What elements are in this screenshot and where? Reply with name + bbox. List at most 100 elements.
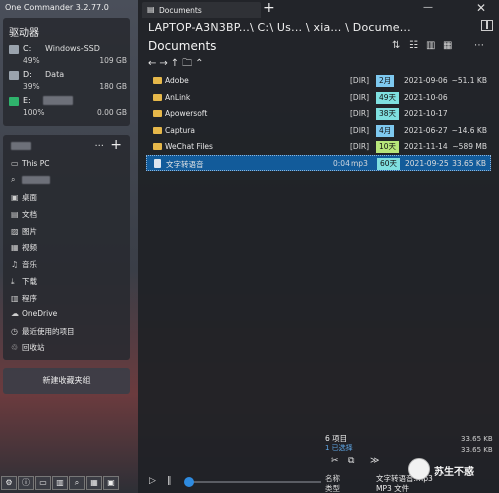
drive-size: 180 GB — [99, 82, 127, 91]
drive-icon — [9, 71, 19, 80]
favorite-music[interactable]: ♫ 音乐 — [11, 259, 126, 273]
favorite-recycle-bin[interactable]: ♲ 回收站 — [11, 342, 126, 356]
folder-icon — [153, 143, 162, 150]
pane-layout-icon[interactable] — [481, 20, 493, 31]
drive-e[interactable]: E: 100% 0.00 GB — [9, 96, 127, 122]
favorite-pictures[interactable]: ▨ 图片 — [11, 226, 126, 240]
music-icon: ♫ — [11, 260, 19, 269]
close-icon[interactable]: ✕ — [476, 1, 486, 15]
tiles-view-icon[interactable]: ▦ — [443, 40, 452, 51]
favorite-label: 程序 — [22, 294, 37, 303]
move-icon[interactable]: ≫ — [370, 456, 379, 466]
panel-icon[interactable]: ▭ — [35, 476, 51, 490]
more-icon[interactable]: ⋯ — [474, 40, 484, 51]
file-date: 2021-11-14 — [404, 142, 448, 151]
new-favorite-group-button[interactable]: 新建收藏夹组 — [3, 368, 130, 394]
favorite-recent[interactable]: ◷ 最近使用的项目 — [11, 326, 126, 340]
bottom-toolbar: ⚙ ⓘ ▭ ▥ ⌕ ▦ ▣ — [0, 476, 132, 493]
favorite-label: 最近使用的项目 — [22, 327, 75, 336]
favorite-programs[interactable]: ▥ 程序 — [11, 293, 126, 307]
redacted-label — [22, 176, 50, 184]
columns-icon[interactable]: ▥ — [52, 476, 68, 490]
favorite-videos[interactable]: ▦ 视频 — [11, 242, 126, 256]
recent-icon: ◷ — [11, 327, 18, 336]
drives-title: 驱动器 — [9, 28, 39, 39]
drive-percent: 100% — [23, 108, 45, 117]
recycle-bin-icon: ♲ — [11, 343, 19, 352]
downloads-icon: ⤓ — [11, 277, 15, 286]
add-favorite-button[interactable]: + — [110, 137, 122, 153]
layout-icon[interactable]: ▣ — [103, 476, 119, 490]
file-row-apowersoft[interactable]: Apowersoft [DIR] 38天 2021-10-17 — [146, 106, 491, 122]
play-icon[interactable]: ▷ — [149, 476, 156, 486]
file-type: [DIR] — [350, 126, 370, 135]
navigation-toolbar[interactable]: ←→↑🗀⌃ — [148, 56, 207, 73]
playback-slider-handle[interactable] — [184, 477, 194, 487]
documents-icon: ▤ — [11, 210, 19, 219]
file-row-anlink[interactable]: AnLink [DIR] 49天 2021-10-06 — [146, 90, 491, 106]
search-icon: ⌕ — [11, 175, 16, 184]
file-type: [DIR] — [350, 93, 370, 102]
minimize-icon[interactable]: — — [423, 2, 433, 13]
more-options-icon[interactable]: ··· — [94, 141, 104, 152]
drive-letter: C: — [23, 44, 32, 53]
columns-view-icon[interactable]: ▥ — [426, 40, 435, 51]
breadcrumb[interactable]: LAPTOP-A3N3BP...\ C:\ Us... \ xia... \ D… — [148, 21, 411, 34]
audio-file-icon — [154, 159, 161, 168]
file-date: 2021-09-06 — [404, 76, 448, 85]
playback-progress-track[interactable] — [186, 481, 321, 483]
computer-icon: ▭ — [11, 159, 19, 168]
drive-d[interactable]: D: Data 39% 180 GB — [9, 70, 127, 96]
info-icon[interactable]: ⓘ — [18, 476, 34, 490]
app-title: One Commander 3.2.77.0 — [5, 3, 109, 12]
folder-icon — [153, 77, 162, 84]
favorite-documents[interactable]: ▤ 文档 — [11, 209, 126, 223]
page-title: Documents — [148, 39, 217, 53]
copy-icon[interactable]: ⧉ — [348, 456, 354, 466]
folder-icon — [153, 127, 162, 134]
selected-count[interactable]: 1 已选择 — [325, 443, 353, 453]
favorite-label: 视频 — [22, 243, 37, 252]
age-badge: 49天 — [376, 92, 400, 104]
programs-icon: ▥ — [11, 294, 19, 303]
file-row-adobe[interactable]: Adobe [DIR] 2月 2021-09-06 ~51.1 KB — [146, 73, 491, 89]
folder-icon — [153, 110, 162, 117]
favorite-search[interactable]: ⌕ — [11, 175, 126, 189]
sort-icon[interactable]: ⇅ — [392, 40, 400, 51]
tab-documents[interactable]: ▤ Documents — [142, 2, 261, 18]
search-icon[interactable]: ⌕ — [69, 476, 85, 490]
favorite-downloads[interactable]: ⤓ 下载 — [11, 276, 126, 290]
details-view-icon[interactable]: ☷ — [409, 40, 418, 51]
file-row-wechat-files[interactable]: WeChat Files [DIR] 10天 2021-11-14 ~589 M… — [146, 139, 491, 155]
favorite-label: 下载 — [22, 277, 37, 286]
tab-label: Documents — [159, 6, 202, 15]
drive-percent: 49% — [23, 56, 40, 65]
selected-size: 33.65 KB — [461, 446, 493, 454]
favorite-onedrive[interactable]: ☁ OneDrive — [11, 309, 126, 323]
file-date: 2021-06-27 — [404, 126, 448, 135]
redacted-group-name — [11, 142, 31, 150]
watermark-logo-icon — [408, 458, 430, 480]
file-row-selected-mp3[interactable]: 文字转语音 0:04 mp3 60天 2021-09-25 33.65 KB — [146, 155, 491, 171]
file-size: ~589 MB — [452, 142, 487, 151]
add-tab-button[interactable]: + — [263, 0, 275, 16]
file-name: 文字转语音 — [166, 160, 204, 169]
document-icon: ▤ — [147, 5, 155, 14]
age-badge: 10天 — [376, 141, 400, 153]
property-value-type: MP3 文件 — [376, 484, 410, 493]
drive-letter: E: — [23, 96, 31, 105]
drive-icon — [9, 97, 19, 106]
settings-icon[interactable]: ⚙ — [1, 476, 17, 490]
file-date: 2021-09-25 — [405, 159, 449, 168]
cut-icon[interactable]: ✂ — [331, 456, 339, 466]
favorite-label: This PC — [22, 159, 50, 168]
favorite-desktop[interactable]: ▣ 桌面 — [11, 192, 126, 206]
view-icon[interactable]: ▦ — [86, 476, 102, 490]
file-row-captura[interactable]: Captura [DIR] 4月 2021-06-27 ~14.6 KB — [146, 123, 491, 139]
videos-icon: ▦ — [11, 243, 19, 252]
drive-percent: 39% — [23, 82, 40, 91]
favorite-this-pc[interactable]: ▭ This PC — [11, 159, 126, 173]
pause-icon[interactable]: ‖ — [167, 476, 172, 486]
favorite-label: 图片 — [22, 227, 37, 236]
drive-c[interactable]: C: Windows-SSD 49% 109 GB — [9, 44, 127, 70]
